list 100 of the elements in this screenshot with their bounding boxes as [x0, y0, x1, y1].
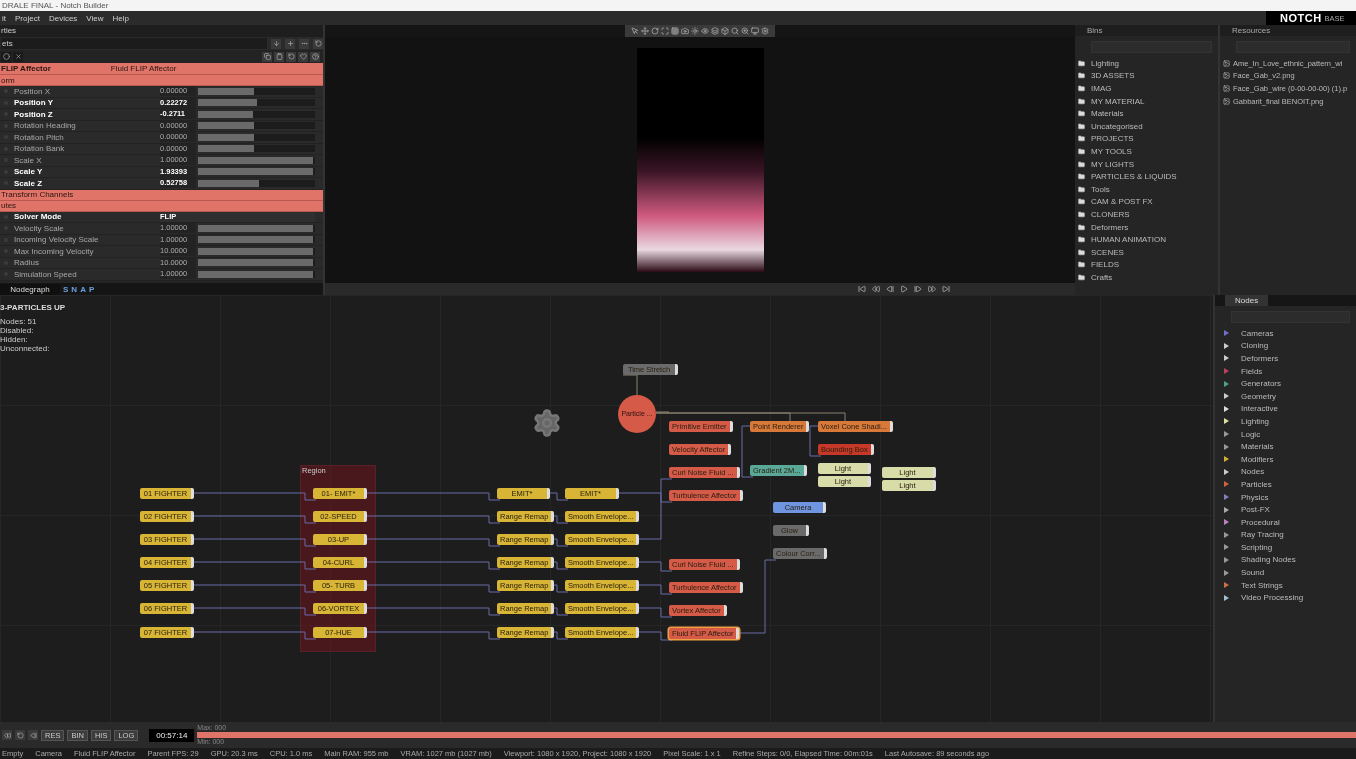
bin-item[interactable]: MY TOOLS — [1075, 145, 1218, 158]
clipboard-icon[interactable] — [274, 51, 284, 62]
bin-item[interactable]: 3D ASSETS — [1075, 69, 1218, 83]
node-category[interactable]: Sound — [1215, 566, 1356, 579]
move-icon[interactable] — [641, 27, 649, 35]
property-label: Rotation Pitch — [14, 132, 65, 142]
section-header[interactable]: Transform Channels — [0, 189, 323, 201]
more-icon[interactable] — [299, 38, 309, 49]
camera-icon[interactable] — [681, 27, 689, 35]
bin-item[interactable]: HUMAN ANIMATION — [1075, 233, 1218, 246]
step-forward-icon[interactable] — [914, 285, 922, 293]
plus-icon[interactable] — [285, 38, 295, 49]
undo-icon[interactable] — [15, 730, 25, 740]
search-icon[interactable] — [731, 27, 739, 35]
node-category[interactable]: Lighting — [1215, 415, 1356, 428]
section-header[interactable]: utes — [0, 200, 323, 212]
timeline-track[interactable] — [197, 732, 1356, 738]
rotate-icon[interactable] — [651, 27, 659, 35]
cube-icon[interactable] — [721, 27, 729, 35]
arrow-left-icon[interactable] — [28, 730, 38, 740]
snap-toggle[interactable]: S — [63, 284, 69, 294]
menu-item[interactable]: Help — [112, 13, 129, 23]
nodegraph-canvas[interactable] — [0, 295, 1213, 722]
bin-item[interactable]: Crafts — [1075, 271, 1218, 284]
node-category[interactable]: Deformers — [1215, 352, 1356, 365]
bin-item[interactable]: IMAG — [1075, 82, 1218, 95]
nodes-tab[interactable]: Nodes — [1225, 295, 1269, 306]
rewind-icon[interactable] — [2, 730, 12, 740]
zoom-in-icon[interactable] — [741, 27, 749, 35]
play-icon[interactable] — [900, 285, 908, 293]
node-category[interactable]: Generators — [1215, 377, 1356, 390]
bin-item[interactable]: Materials — [1075, 107, 1218, 120]
node-category[interactable]: Particles — [1215, 478, 1356, 491]
layers-icon[interactable] — [711, 27, 719, 35]
gear-icon[interactable] — [532, 408, 562, 438]
bin-item[interactable]: PARTICLES & LIQUIDS — [1075, 170, 1218, 183]
bin-item[interactable]: CAM & POST FX — [1075, 195, 1218, 209]
bin-item[interactable]: FIELDS — [1075, 258, 1218, 272]
pointer-icon[interactable] — [631, 27, 639, 35]
node-category[interactable]: Fields — [1215, 364, 1356, 378]
node-category[interactable]: Nodes — [1215, 465, 1356, 479]
node-category[interactable]: Logic — [1215, 427, 1356, 441]
node-category[interactable]: Interactive — [1215, 402, 1356, 416]
node-category[interactable]: Materials — [1215, 440, 1356, 453]
node-category[interactable]: Post-FX — [1215, 503, 1356, 516]
monitor-icon[interactable] — [751, 27, 759, 35]
arrow-down-icon[interactable] — [271, 38, 281, 49]
snap-toggle[interactable]: N — [71, 284, 78, 294]
bin-item[interactable]: SCENES — [1075, 245, 1218, 259]
close-icon[interactable] — [13, 51, 23, 62]
eye-icon[interactable] — [701, 27, 709, 35]
slider-track[interactable] — [198, 110, 315, 118]
snap-toggle[interactable]: A — [80, 284, 86, 294]
undo-icon[interactable] — [313, 38, 323, 49]
folder-icon — [1078, 59, 1085, 67]
property-label: Scale Y — [14, 167, 44, 177]
node-category[interactable]: Geometry — [1215, 389, 1356, 403]
bin-item[interactable]: Deformers — [1075, 220, 1218, 234]
menu-item[interactable]: View — [86, 13, 104, 23]
maximize-icon[interactable] — [661, 27, 669, 35]
snap-toggle[interactable]: P — [88, 284, 95, 294]
node-category[interactable]: Text Strings — [1215, 578, 1356, 592]
slider-track[interactable] — [198, 179, 315, 187]
node-category[interactable]: Physics — [1215, 490, 1356, 504]
skip-forward-icon[interactable] — [942, 285, 950, 293]
node-category[interactable]: Shading Nodes — [1215, 553, 1356, 567]
node-category[interactable]: Procedural — [1215, 515, 1356, 529]
rewind-icon[interactable] — [872, 285, 880, 293]
circle-icon[interactable] — [1, 51, 11, 62]
menu-item[interactable]: it — [2, 13, 6, 23]
node-category[interactable]: Cloning — [1215, 339, 1356, 353]
section-header[interactable]: orm — [0, 75, 323, 86]
bin-item[interactable]: Uncategorised — [1075, 119, 1218, 133]
settings-icon[interactable] — [761, 27, 769, 35]
node-category[interactable]: Ray Tracing — [1215, 528, 1356, 542]
bin-item[interactable]: PROJECTS — [1075, 132, 1218, 146]
bin-item[interactable]: Lighting — [1075, 57, 1218, 70]
slider-track[interactable] — [198, 87, 315, 95]
node-category[interactable]: Video Processing — [1215, 591, 1356, 605]
nodegraph-tab[interactable]: Nodegraph — [0, 283, 60, 295]
bin-item[interactable]: MY MATERIAL — [1075, 94, 1218, 108]
undo-icon[interactable] — [286, 51, 296, 62]
fast-forward-icon[interactable] — [928, 285, 936, 293]
bin-item[interactable]: MY LIGHTS — [1075, 157, 1218, 171]
help-icon[interactable] — [310, 51, 320, 62]
bin-item[interactable]: CLONERS — [1075, 208, 1218, 221]
menu-item[interactable]: Project — [15, 13, 40, 23]
sun-icon[interactable] — [691, 27, 699, 35]
node-category[interactable]: Cameras — [1215, 327, 1356, 340]
folder-icon — [1078, 97, 1085, 105]
node-category[interactable]: Scripting — [1215, 541, 1356, 554]
menu-item[interactable]: Devices — [48, 13, 78, 23]
step-back-icon[interactable] — [886, 285, 894, 293]
copy-icon[interactable] — [262, 51, 272, 62]
node-category[interactable]: Modifiers — [1215, 452, 1356, 466]
slider-track[interactable] — [198, 133, 315, 141]
preset-dropdown[interactable]: ets — [1, 38, 267, 49]
bin-item[interactable]: Tools — [1075, 182, 1218, 196]
skip-back-icon[interactable] — [858, 285, 866, 293]
heart-icon[interactable] — [298, 51, 308, 62]
